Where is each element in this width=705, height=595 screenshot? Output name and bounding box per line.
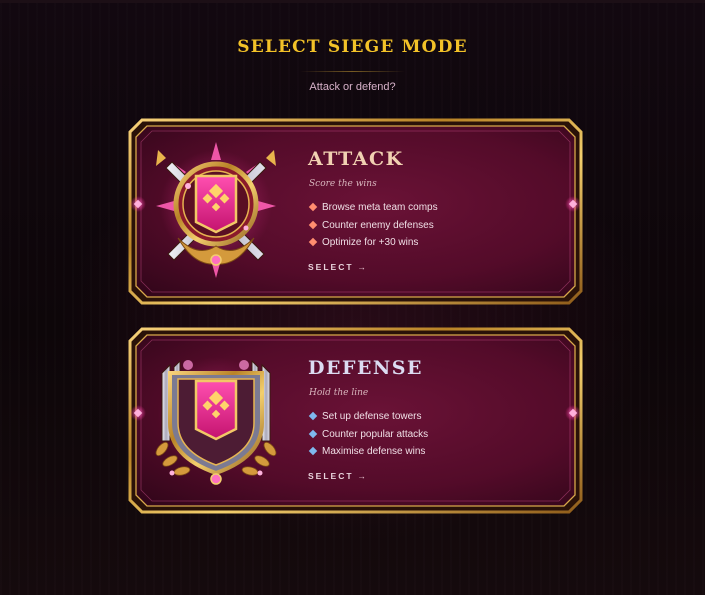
feature-text: Counter popular attacks bbox=[322, 428, 429, 440]
list-item: Maximise defense wins bbox=[308, 446, 428, 464]
attack-select-button[interactable]: SELECT → bbox=[308, 262, 366, 272]
list-item: Set up defense towers bbox=[308, 411, 428, 429]
defense-mode-card[interactable]: DEFENSE Hold the line Set up defense tow… bbox=[128, 327, 583, 514]
arrow-right-icon: → bbox=[357, 471, 367, 481]
page-title: SELECT SIEGE MODE bbox=[237, 37, 468, 57]
attack-feature-list: Browse meta team comps Counter enemy def… bbox=[308, 202, 438, 255]
diamond-bullet-icon bbox=[308, 411, 318, 421]
crossed-swords-banner-icon bbox=[156, 142, 276, 278]
list-item: Optimize for +30 wins bbox=[308, 237, 438, 255]
shield-laurel-banner-icon bbox=[155, 357, 277, 485]
attack-tagline: Score the wins bbox=[309, 179, 377, 189]
list-item: Browse meta team comps bbox=[308, 202, 438, 220]
list-item: Counter enemy defenses bbox=[308, 219, 438, 238]
arrow-right-icon: → bbox=[357, 262, 367, 272]
feature-text: Browse meta team comps bbox=[322, 202, 438, 213]
feature-text: Set up defense towers bbox=[322, 411, 422, 422]
diamond-bullet-icon bbox=[308, 220, 318, 229]
diamond-bullet-icon bbox=[308, 202, 318, 212]
feature-text: Optimize for +30 wins bbox=[322, 237, 419, 248]
diamond-bullet-icon bbox=[308, 446, 318, 456]
select-label: SELECT bbox=[308, 471, 354, 481]
defense-feature-list: Set up defense towers Counter popular at… bbox=[308, 411, 429, 464]
defense-tagline: Hold the line bbox=[309, 388, 369, 398]
feature-text: Maximise defense wins bbox=[322, 446, 426, 457]
list-item: Counter popular attacks bbox=[308, 428, 429, 447]
attack-title: ATTACK bbox=[308, 148, 404, 170]
diamond-bullet-icon bbox=[308, 429, 318, 438]
top-border bbox=[0, 0, 705, 3]
select-label: SELECT bbox=[308, 262, 354, 272]
attack-mode-card[interactable]: ATTACK Score the wins Browse meta team c… bbox=[128, 118, 583, 305]
defense-select-button[interactable]: SELECT → bbox=[308, 471, 366, 481]
page-subtitle: Attack or defend? bbox=[309, 81, 396, 93]
feature-text: Counter enemy defenses bbox=[322, 219, 434, 231]
diamond-bullet-icon bbox=[308, 237, 318, 247]
defense-title: DEFENSE bbox=[308, 357, 423, 379]
title-divider bbox=[300, 71, 405, 72]
